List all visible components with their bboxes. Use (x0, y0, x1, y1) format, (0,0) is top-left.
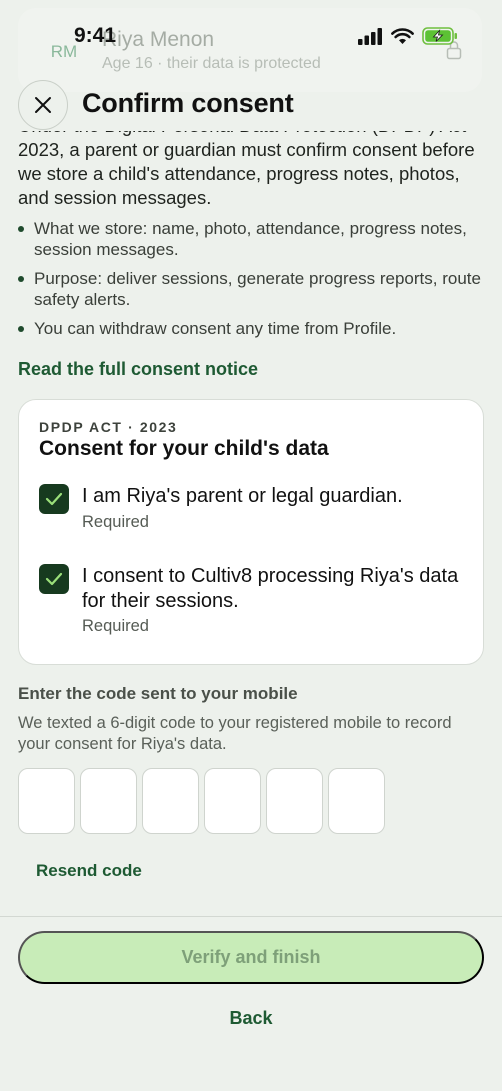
code-description: We texted a 6-digit code to your registe… (18, 714, 452, 753)
cellular-signal-icon (358, 27, 382, 45)
background-profile-subtitle: Age 16 · their data is protected (102, 55, 321, 72)
footer-divider (0, 916, 502, 917)
wifi-icon (391, 27, 414, 44)
checkmark-icon (45, 572, 63, 586)
page-title: Confirm consent (82, 88, 294, 118)
intro-text: Under the Digital Personal Data Protecti… (18, 131, 475, 208)
processing-checkbox[interactable] (39, 564, 69, 594)
otp-digit-3[interactable] (142, 768, 199, 834)
required-label: Required (82, 513, 149, 531)
list-item: What we store: name, photo, attendance, … (18, 218, 488, 260)
required-label: Required (82, 617, 149, 635)
otp-input-group (18, 768, 385, 834)
card-title: Consent for your child's data (39, 437, 329, 460)
code-heading: Enter the code sent to your mobile (18, 684, 298, 703)
close-button[interactable] (18, 80, 68, 130)
list-item: Purpose: deliver sessions, generate prog… (18, 268, 488, 310)
checkmark-icon (45, 492, 63, 506)
otp-digit-4[interactable] (204, 768, 261, 834)
otp-digit-1[interactable] (18, 768, 75, 834)
data-usage-list: What we store: name, photo, attendance, … (18, 218, 488, 347)
consent-notice-link[interactable]: Read the full consent notice (18, 359, 258, 380)
battery-charging-icon (422, 27, 457, 45)
consent-screen: RM Riya Menon Age 16 · their data is pro… (0, 0, 502, 1091)
close-icon (35, 97, 51, 113)
list-item: You can withdraw consent any time from P… (18, 318, 488, 339)
resend-code-link[interactable]: Resend code (36, 861, 142, 881)
otp-digit-6[interactable] (328, 768, 385, 834)
guardian-consent-label: I am Riya's parent or legal guardian. (82, 485, 403, 507)
back-button[interactable]: Back (18, 996, 484, 1040)
status-time: 9:41 (74, 24, 117, 47)
status-bar: 9:41 (0, 0, 502, 54)
consent-card: DPDP ACT · 2023 Consent for your child's… (18, 399, 484, 665)
guardian-checkbox[interactable] (39, 484, 69, 514)
card-eyebrow: DPDP ACT · 2023 (39, 419, 178, 435)
otp-digit-5[interactable] (266, 768, 323, 834)
otp-digit-2[interactable] (80, 768, 137, 834)
processing-consent-label: I consent to Cultiv8 processing Riya's d… (82, 565, 459, 612)
verify-button[interactable]: Verify and finish (18, 931, 484, 984)
